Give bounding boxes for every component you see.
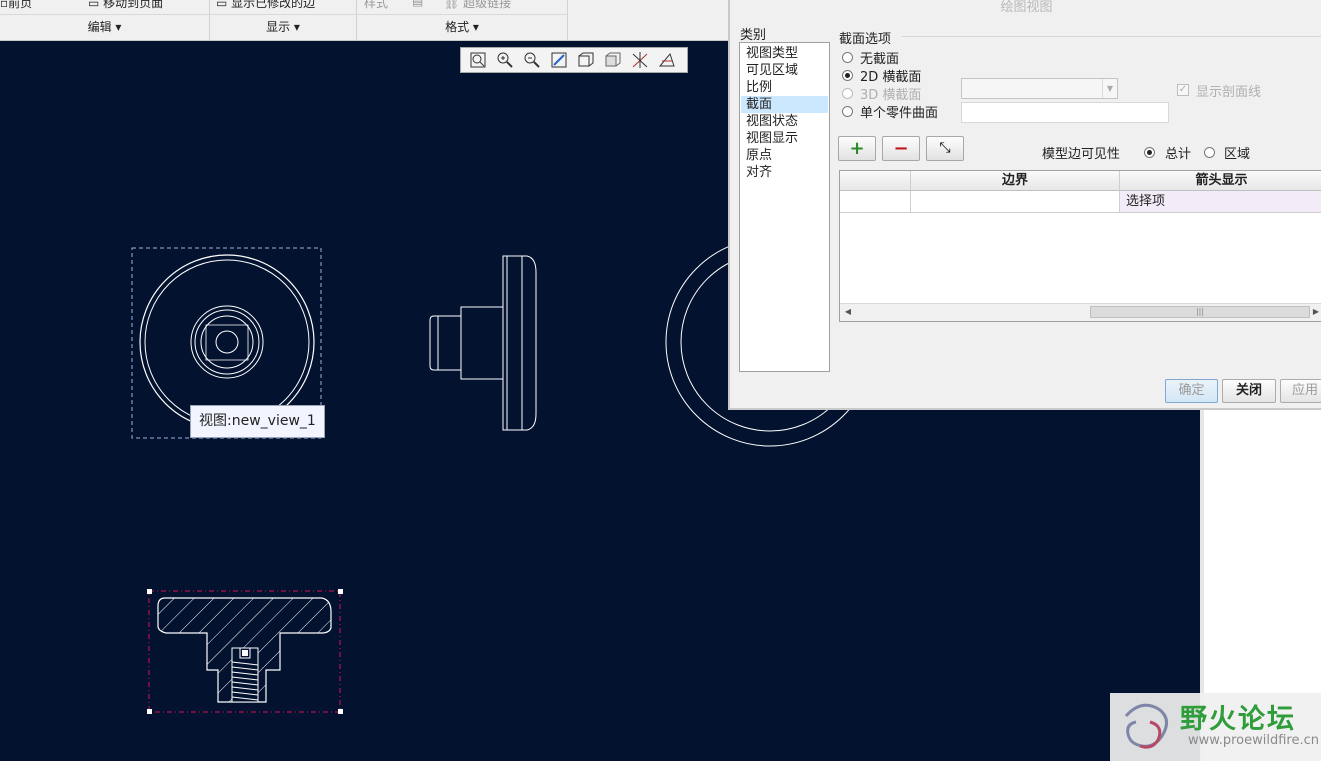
radio-no-section[interactable] <box>842 52 853 63</box>
add-section-button[interactable]: + <box>838 136 876 161</box>
radio-3d-section-label: 3D 横截面 <box>860 88 922 103</box>
watermark-brand: 野火论坛 <box>1180 704 1296 735</box>
group-divider <box>567 0 568 40</box>
datum-display-icon[interactable] <box>629 50 651 70</box>
radio-edge-total-label: 总计 <box>1165 147 1192 162</box>
category-alignment[interactable]: 对齐 <box>741 164 828 181</box>
show-modified-edges-button[interactable]: ▭ 显示已修改的边 <box>216 0 315 10</box>
table-cell-boundary[interactable] <box>911 191 1120 213</box>
zoom-out-icon[interactable] <box>521 50 543 70</box>
scroll-left-icon[interactable]: ◀ <box>842 306 854 318</box>
horizontal-scrollbar[interactable]: ◀ ||| ▶ <box>840 303 1321 321</box>
close-button[interactable]: 关闭 <box>1222 379 1276 403</box>
surface-select-field[interactable] <box>961 102 1169 123</box>
scroll-thumb[interactable]: ||| <box>1090 306 1310 318</box>
chevron-down-icon: ▼ <box>1102 79 1117 98</box>
side-view[interactable] <box>429 255 537 431</box>
flip-section-button[interactable]: ⤡ <box>926 136 964 161</box>
category-view-display[interactable]: 视图显示 <box>741 130 828 147</box>
radio-no-section-label: 无截面 <box>860 52 900 67</box>
edge-visibility-label: 模型边可见性 <box>1042 147 1121 162</box>
zoom-in-icon[interactable] <box>494 50 516 70</box>
flip-icon: ⤡ <box>939 140 951 156</box>
watermark: 野火论坛 www.proewildfire.cn <box>1110 693 1321 761</box>
column-header-arrow-display[interactable]: 箭头显示 <box>1120 171 1321 191</box>
column-header[interactable] <box>840 171 911 191</box>
style-button[interactable]: 样式 <box>364 0 388 10</box>
radio-edge-area-label: 区域 <box>1224 147 1251 162</box>
refit-icon[interactable] <box>467 50 489 70</box>
category-visible-area[interactable]: 可见区域 <box>741 62 828 79</box>
radio-edge-total[interactable] <box>1144 147 1155 158</box>
edge-icon: ▭ <box>216 0 232 10</box>
section-view[interactable] <box>147 589 343 714</box>
category-scale[interactable]: 比例 <box>741 79 828 96</box>
annotation-display-icon[interactable] <box>656 50 678 70</box>
apply-button[interactable]: 应用 <box>1280 379 1321 403</box>
drawing-view-dialog: 绘图视图 类别 视图类型 可见区域 比例 截面 视图状态 视图显示 原点 对齐 … <box>728 0 1321 410</box>
format-painter-icon[interactable]: ▤ <box>412 0 423 8</box>
radio-2d-section-label: 2D 横截面 <box>860 70 922 85</box>
radio-edge-area[interactable] <box>1204 147 1215 158</box>
graphics-toolbar <box>460 47 688 73</box>
repaint-icon[interactable] <box>548 50 570 70</box>
group-display[interactable]: 显示 ▾ <box>210 14 356 41</box>
category-origin[interactable]: 原点 <box>741 147 828 164</box>
move-page-icon: ▭ <box>88 0 104 10</box>
radio-2d-section[interactable] <box>842 70 853 81</box>
section-table[interactable]: 边界 箭头显示 选择项 ◀ ||| ▶ <box>839 170 1321 322</box>
link-icon: ⛓ <box>444 0 464 10</box>
category-label: 类别 <box>740 28 767 43</box>
ok-button[interactable]: 确定 <box>1165 379 1218 403</box>
hyperlink-button[interactable]: ⛓ 超级链接 <box>444 0 511 10</box>
category-view-state[interactable]: 视图状态 <box>741 113 828 130</box>
category-view-type[interactable]: 视图类型 <box>741 45 828 62</box>
section-options-label: 截面选项 <box>839 32 892 47</box>
page-icon: ▫ <box>0 0 9 10</box>
radio-single-surface[interactable] <box>842 106 853 117</box>
ribbon: ▫前页 ▭ 移动到页面 ▭ 显示已修改的边 样式 ▤ ⛓ 超级链接 编辑 ▾ 显… <box>0 0 728 41</box>
watermark-url: www.proewildfire.cn <box>1188 733 1319 748</box>
divider <box>902 36 1321 37</box>
minus-icon: − <box>893 138 909 159</box>
scroll-right-icon[interactable]: ▶ <box>1310 306 1321 318</box>
flame-logo-icon <box>1124 703 1168 749</box>
display-style-icon[interactable] <box>602 50 624 70</box>
table-cell-arrow-select[interactable]: 选择项 <box>1120 191 1321 213</box>
remove-section-button[interactable]: − <box>882 136 920 161</box>
move-to-page-button[interactable]: ▭ 移动到页面 <box>88 0 163 10</box>
column-header-boundary[interactable]: 边界 <box>911 171 1120 191</box>
section-name-select[interactable]: ▼ <box>961 78 1118 99</box>
group-edit[interactable]: 编辑 ▾ <box>0 14 209 41</box>
previous-page-button[interactable]: ▫前页 <box>0 0 32 10</box>
radio-single-surface-label: 单个零件曲面 <box>860 106 939 121</box>
show-hatch-label: 显示剖面线 <box>1196 85 1262 100</box>
category-section[interactable]: 截面 <box>741 96 828 113</box>
radio-3d-section[interactable] <box>842 88 853 99</box>
category-list[interactable]: 视图类型 可见区域 比例 截面 视图状态 视图显示 原点 对齐 <box>739 42 830 372</box>
group-format[interactable]: 格式 ▾ <box>357 14 567 41</box>
view-tooltip: 视图:new_view_1 <box>190 405 325 438</box>
view-orientation-icon[interactable] <box>575 50 597 70</box>
show-hatch-checkbox[interactable]: ✓ <box>1177 84 1189 96</box>
dialog-title: 绘图视图 <box>1000 0 1053 15</box>
plus-icon: + <box>849 138 865 159</box>
table-cell[interactable] <box>840 191 911 213</box>
